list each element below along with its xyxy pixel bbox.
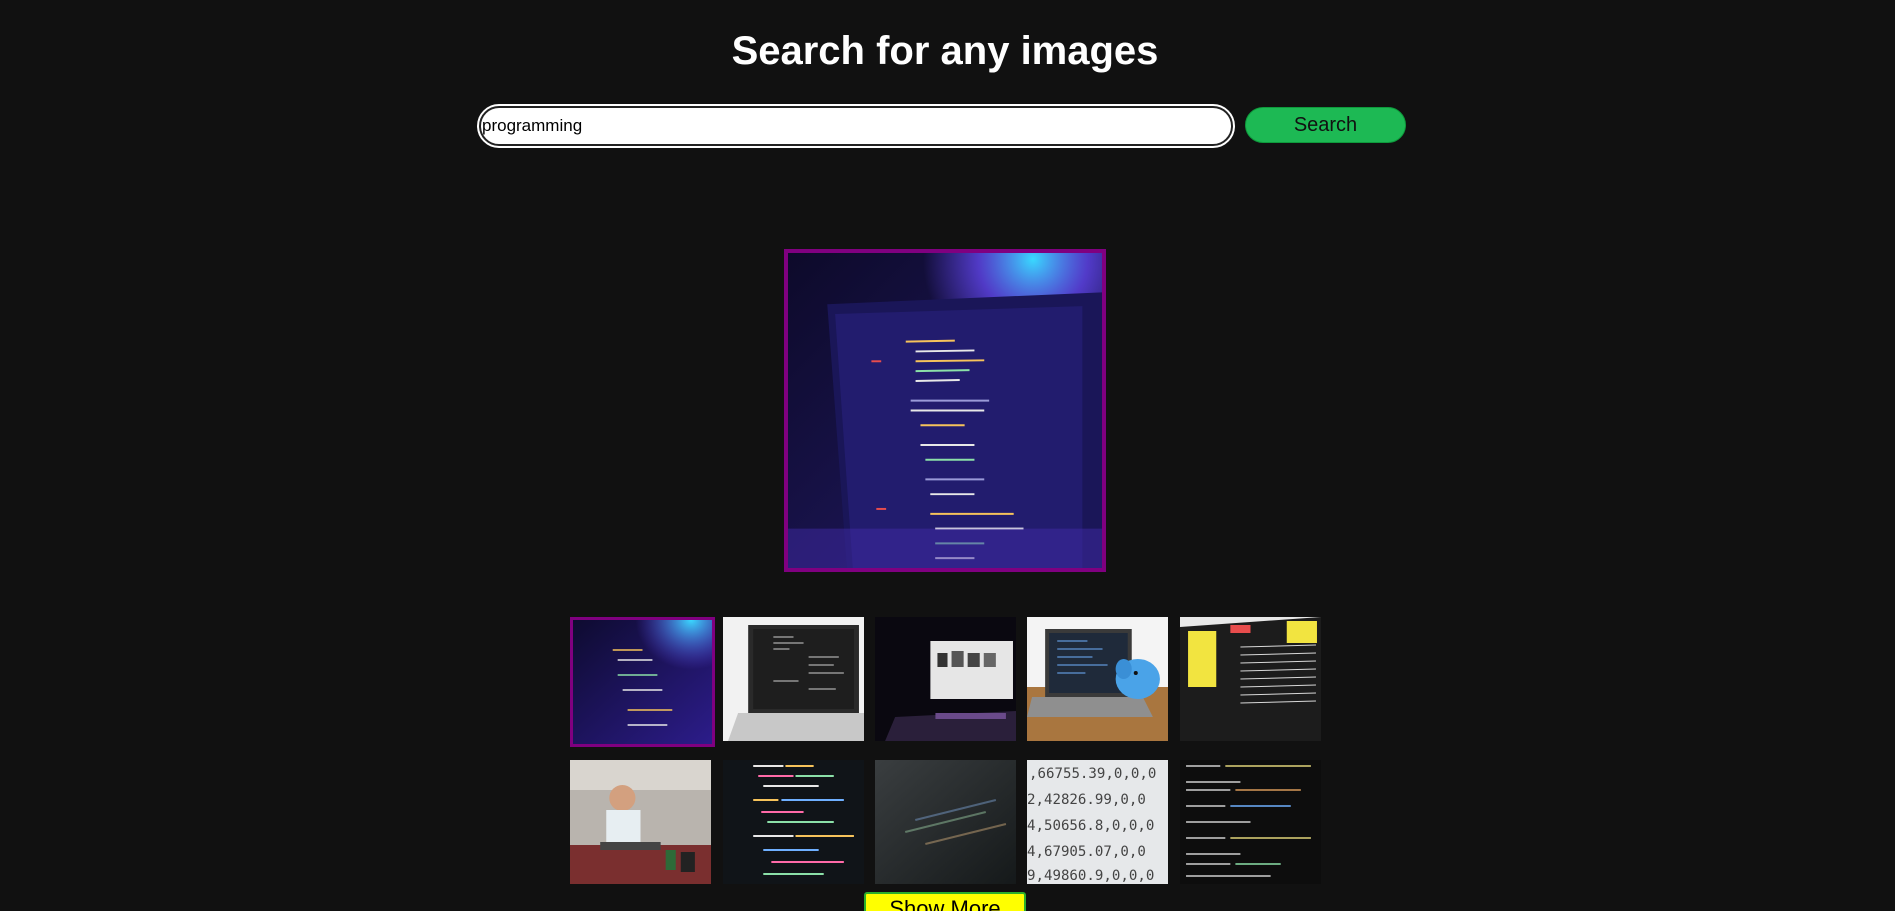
- thumbnail-1[interactable]: [570, 617, 715, 747]
- search-button[interactable]: Search: [1245, 107, 1406, 143]
- svg-text:9,49860.9,0,0,0: 9,49860.9,0,0,0: [1027, 868, 1154, 884]
- svg-text:4,50656.8,0,0,0: 4,50656.8,0,0,0: [1027, 818, 1154, 834]
- page: Search for any images Search: [0, 0, 1895, 911]
- page-title: Search for any images: [731, 29, 1159, 73]
- thumbnail-4[interactable]: [1027, 617, 1168, 741]
- main-preview-image: [784, 249, 1106, 572]
- svg-text:,66755.39,0,0,0: ,66755.39,0,0,0: [1029, 766, 1156, 782]
- thumbnail-6[interactable]: [570, 760, 711, 884]
- thumbnail-8[interactable]: [875, 760, 1016, 884]
- svg-text:4,67905.07,0,0: 4,67905.07,0,0: [1027, 844, 1146, 860]
- thumbnail-10[interactable]: [1180, 760, 1321, 884]
- thumbnail-7[interactable]: [723, 760, 864, 884]
- thumbnail-2[interactable]: [723, 617, 864, 741]
- thumbnail-9[interactable]: ,66755.39,0,0,0 2,42826.99,0,0 4,50656.8…: [1027, 760, 1168, 884]
- thumbnail-5[interactable]: [1180, 617, 1321, 741]
- show-more-button[interactable]: Show More: [864, 892, 1026, 911]
- svg-text:2,42826.99,0,0: 2,42826.99,0,0: [1027, 792, 1146, 808]
- search-input[interactable]: [477, 104, 1235, 148]
- thumbnail-3[interactable]: [875, 617, 1016, 741]
